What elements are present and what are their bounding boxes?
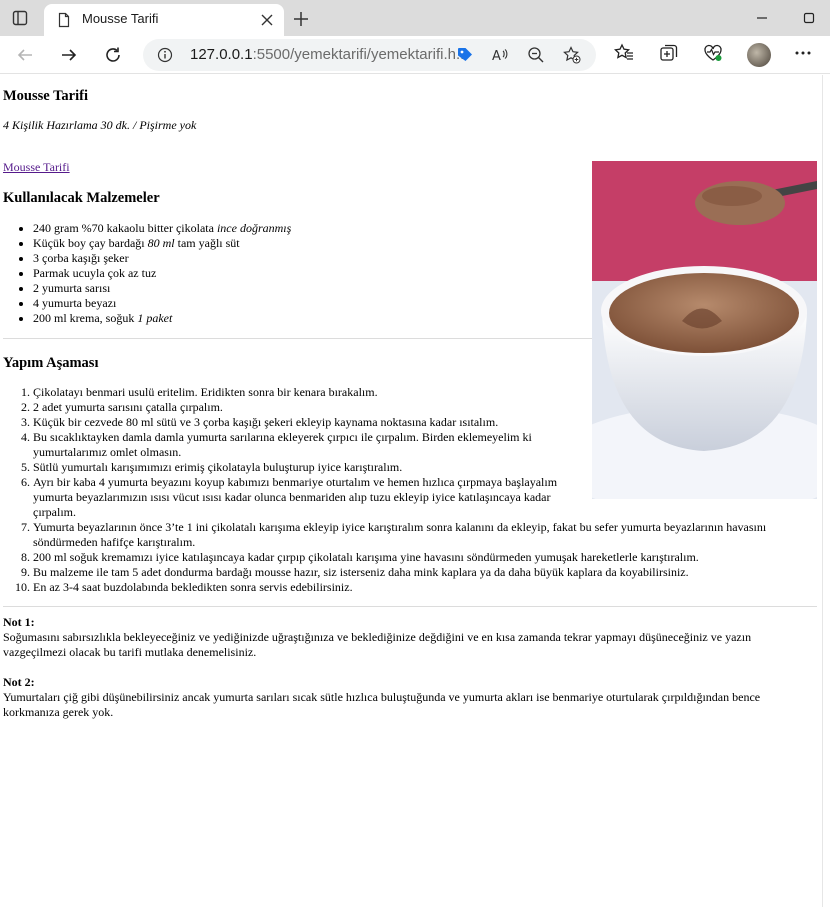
list-item: Küçük bir cezvede 80 ml sütü ve 3 çorba … xyxy=(33,415,790,430)
new-tab-button[interactable] xyxy=(290,8,312,30)
recipe-subtitle: 4 Kişilik Hazırlama 30 dk. / Pişirme yok xyxy=(3,118,197,132)
browser-toolbar: 127.0.0.1:5500/yemektarifi/yemektarifi.h… xyxy=(0,36,830,74)
url-text[interactable]: 127.0.0.1:5500/yemektarifi/yemektarifi.h… xyxy=(190,46,468,63)
recipe-link[interactable]: Mousse Tarifi xyxy=(3,160,70,175)
note-2-text: Yumurtaları çiğ gibi düşünebilirsiniz an… xyxy=(3,690,761,719)
page-content: Mousse Tarifi 4 Kişilik Hazırlama 30 dk.… xyxy=(0,75,830,907)
back-icon[interactable] xyxy=(13,43,37,67)
profile-avatar[interactable] xyxy=(747,43,771,67)
add-favorite-icon[interactable] xyxy=(563,46,581,64)
list-item: Sütlü yumurtalı karışımımızı erimiş çiko… xyxy=(33,460,790,475)
read-aloud-icon[interactable]: A xyxy=(491,46,509,64)
list-item: Parmak ucuyla çok az tuz xyxy=(33,266,291,281)
steps-heading: Yapım Aşaması xyxy=(3,355,99,371)
more-options-icon[interactable] xyxy=(793,43,813,63)
maximize-icon[interactable] xyxy=(799,8,819,28)
list-item: 4 yumurta beyazı xyxy=(33,296,291,311)
list-item: 200 ml soğuk kremamızı iyice katılaşınca… xyxy=(33,550,790,565)
list-item: Çikolatayı benmari usulü eritelim. Eridi… xyxy=(33,385,790,400)
list-item: Küçük boy çay bardağı 80 ml tam yağlı sü… xyxy=(33,236,291,251)
list-item: Bu malzeme ile tam 5 adet dondurma barda… xyxy=(33,565,790,580)
url-path: :5500/yemektarifi/yemektarifi.h... xyxy=(252,46,469,63)
scrollbar[interactable] xyxy=(822,75,830,907)
ingredients-heading: Kullanılacak Malzemeler xyxy=(3,190,160,206)
list-item: 2 adet yumurta sarısını çatalla çırpalım… xyxy=(33,400,790,415)
tab-strip: Mousse Tarifi xyxy=(0,0,830,36)
address-bar[interactable]: 127.0.0.1:5500/yemektarifi/yemektarifi.h… xyxy=(143,39,596,71)
zoom-out-icon[interactable] xyxy=(527,46,545,64)
list-item: 240 gram %70 kakaolu bitter çikolata inc… xyxy=(33,221,291,236)
minimize-icon[interactable] xyxy=(752,8,772,28)
list-item: Ayrı bir kaba 4 yumurta beyazını koyup k… xyxy=(33,475,558,520)
forward-icon[interactable] xyxy=(57,43,81,67)
page-icon xyxy=(56,12,72,28)
site-info-icon[interactable] xyxy=(157,47,173,63)
list-item: Yumurta beyazlarının önce 3’te 1 ini çik… xyxy=(33,520,768,550)
note-1-text: Soğumasını sabırsızlıkla bekleyeceğiniz … xyxy=(3,630,752,659)
refresh-icon[interactable] xyxy=(101,43,125,67)
note-1-title: Not 1: xyxy=(3,615,35,629)
ingredients-list: 240 gram %70 kakaolu bitter çikolata inc… xyxy=(0,221,291,326)
divider xyxy=(3,338,592,339)
page-title: Mousse Tarifi xyxy=(3,88,88,104)
tag-icon[interactable] xyxy=(456,46,474,64)
list-item: 3 çorba kaşığı şeker xyxy=(33,251,291,266)
browser-essentials-icon[interactable] xyxy=(703,43,723,63)
list-item: Bu sıcaklıktayken damla damla yumurta sa… xyxy=(33,430,538,460)
note-2-title: Not 2: xyxy=(3,675,35,689)
tab-title: Mousse Tarifi xyxy=(82,11,159,26)
collections-icon[interactable] xyxy=(659,43,679,63)
tab-actions-icon[interactable] xyxy=(10,8,30,28)
active-tab[interactable]: Mousse Tarifi xyxy=(44,4,284,36)
close-tab-icon[interactable] xyxy=(258,11,276,29)
divider xyxy=(3,606,817,607)
list-item: 200 ml krema, soğuk 1 paket xyxy=(33,311,291,326)
list-item: 2 yumurta sarısı xyxy=(33,281,291,296)
svg-text:A: A xyxy=(492,49,501,64)
favorites-icon[interactable] xyxy=(614,43,634,63)
url-host: 127.0.0.1 xyxy=(190,46,253,63)
steps-list: Çikolatayı benmari usulü eritelim. Eridi… xyxy=(0,385,790,595)
list-item: En az 3-4 saat buzdolabında bekledikten … xyxy=(33,580,790,595)
